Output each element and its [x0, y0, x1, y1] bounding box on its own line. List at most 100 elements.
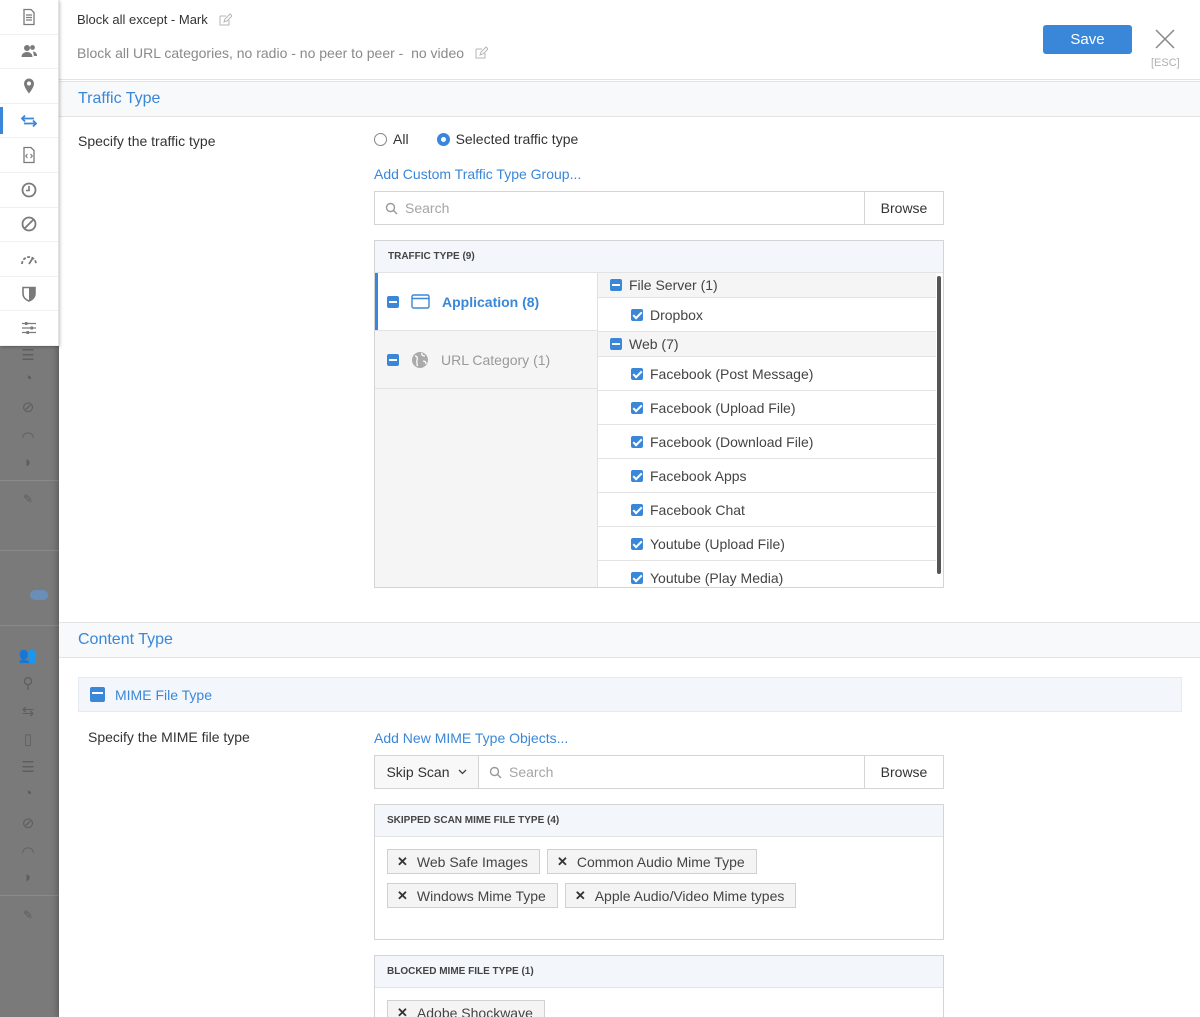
nav-document[interactable]	[0, 0, 58, 35]
panel-header: Block all except - Mark Block all URL ca…	[59, 0, 1200, 80]
nav-traffic[interactable]	[0, 104, 58, 139]
location-pin-icon	[24, 78, 34, 94]
add-custom-traffic-type-link[interactable]: Add Custom Traffic Type Group...	[374, 166, 581, 182]
edit-description-icon[interactable]	[474, 46, 489, 60]
group-label: File Server (1)	[629, 277, 718, 293]
checkbox-checked[interactable]	[631, 401, 643, 414]
nav-schedule[interactable]	[0, 173, 58, 208]
remove-icon[interactable]: ✕	[397, 854, 408, 870]
ghost-speedometer-icon: ◠	[21, 429, 35, 446]
skip-scan-label: Skip Scan	[386, 764, 450, 780]
mime-file-type-title: MIME File Type	[115, 686, 212, 703]
collapse-icon[interactable]	[387, 295, 399, 308]
content-type-section-title: Content Type	[78, 631, 173, 648]
list-item[interactable]: Facebook (Download File)	[598, 425, 936, 459]
ghost-edit-icon: ✎	[22, 908, 34, 922]
remove-icon[interactable]: ✕	[397, 1005, 408, 1017]
nav-security[interactable]	[0, 277, 58, 312]
radio-selected-label[interactable]: Selected traffic type	[456, 131, 579, 147]
blocked-mime-chips: ✕ Adobe Shockwave	[375, 988, 943, 1017]
clock-icon	[21, 182, 37, 198]
chevron-down-icon	[458, 769, 466, 775]
document-icon	[23, 8, 35, 25]
skip-scan-dropdown[interactable]: Skip Scan	[375, 756, 479, 788]
skipped-mime-header: SKIPPED SCAN MIME FILE TYPE (4)	[375, 805, 943, 837]
save-button[interactable]: Save	[1043, 25, 1132, 54]
ghost-pin-icon: ⚲	[22, 675, 34, 692]
chip-label: Apple Audio/Video Mime types	[594, 887, 785, 904]
policy-editor-panel: Block all except - Mark Block all URL ca…	[59, 0, 1200, 1017]
traffic-browse-button[interactable]: Browse	[864, 192, 943, 224]
list-item[interactable]: Facebook Apps	[598, 459, 936, 493]
checkbox-checked[interactable]	[631, 571, 643, 584]
remove-icon[interactable]: ✕	[557, 854, 568, 870]
nav-users[interactable]	[0, 35, 58, 70]
list-item[interactable]: Dropbox	[598, 298, 936, 332]
remove-icon[interactable]: ✕	[575, 888, 586, 904]
nav-code-file[interactable]	[0, 138, 58, 173]
collapse-icon[interactable]	[90, 687, 105, 702]
list-item[interactable]: Youtube (Upload File)	[598, 527, 936, 561]
traffic-type-list-header: TRAFFIC TYPE (9)	[375, 241, 943, 273]
collapse-icon[interactable]	[387, 353, 399, 366]
code-file-icon	[23, 147, 35, 164]
policy-description-text: Block all URL categories, no radio - no …	[77, 45, 465, 61]
item-label: Dropbox	[650, 306, 703, 323]
chip-label: Adobe Shockwave	[416, 1004, 533, 1017]
radio-all-label[interactable]: All	[393, 131, 409, 147]
checkbox-checked[interactable]	[631, 367, 643, 380]
mime-chip: ✕ Apple Audio/Video Mime types	[564, 883, 797, 908]
checkbox-checked[interactable]	[631, 469, 643, 482]
ghost-users-icon: 👥	[18, 647, 38, 664]
mime-chip: ✕ Windows Mime Type	[387, 883, 558, 908]
traffic-arrows-icon	[20, 114, 38, 127]
list-item[interactable]: Youtube (Play Media)	[598, 561, 936, 587]
edit-title-icon[interactable]	[218, 12, 232, 27]
group-web[interactable]: Web (7)	[598, 332, 936, 357]
nav-settings[interactable]	[0, 311, 58, 346]
search-icon	[385, 202, 398, 214]
checkbox-checked[interactable]	[631, 308, 643, 321]
group-file-server[interactable]: File Server (1)	[598, 273, 936, 298]
mime-file-type-bar[interactable]: MIME File Type	[78, 677, 1182, 712]
mime-type-label: Specify the MIME file type	[88, 729, 250, 745]
collapse-icon[interactable]	[610, 279, 622, 291]
category-url-label: URL Category (1)	[441, 351, 551, 368]
add-mime-type-link[interactable]: Add New MIME Type Objects...	[374, 730, 568, 746]
collapse-icon[interactable]	[610, 338, 622, 350]
traffic-search-input[interactable]: Search	[375, 192, 864, 224]
close-icon[interactable]	[1154, 28, 1176, 50]
ghost-sliders-icon: ☰	[21, 759, 35, 776]
nav-location[interactable]	[0, 69, 58, 104]
checkbox-checked[interactable]	[631, 537, 643, 550]
group-label: Web (7)	[629, 336, 679, 352]
nav-block[interactable]	[0, 208, 58, 243]
checkbox-checked[interactable]	[631, 503, 643, 516]
category-url[interactable]: URL Category (1)	[375, 331, 597, 389]
ghost-edit-icon: ✎	[22, 492, 34, 506]
traffic-items-column: File Server (1) Dropbox Web (7) Facebook…	[598, 273, 936, 587]
nav-bandwidth[interactable]	[0, 242, 58, 277]
policy-title: Block all except - Mark	[77, 12, 232, 27]
traffic-type-radio-group: All Selected traffic type	[374, 131, 578, 147]
ghost-clock-icon: ◔	[23, 785, 33, 802]
users-icon	[21, 45, 37, 58]
ghost-block-icon: ⊘	[21, 399, 35, 416]
radio-selected-traffic-type[interactable]	[436, 132, 450, 146]
ghost-file-icon: ▯	[23, 731, 33, 748]
list-item[interactable]: Facebook Chat	[598, 493, 936, 527]
category-application[interactable]: Application (8)	[375, 273, 597, 331]
list-item[interactable]: Facebook (Post Message)	[598, 357, 936, 391]
application-window-icon	[411, 294, 430, 309]
remove-icon[interactable]: ✕	[397, 888, 408, 904]
checkbox-checked[interactable]	[631, 435, 643, 448]
mime-search-input[interactable]: Search	[479, 756, 864, 788]
radio-all[interactable]	[374, 132, 387, 146]
list-item[interactable]: Facebook (Upload File)	[598, 391, 936, 425]
scrollbar[interactable]	[937, 276, 941, 574]
mime-chip: ✕ Common Audio Mime Type	[546, 849, 757, 874]
traffic-type-list: TRAFFIC TYPE (9) Application (8) URL Cat…	[374, 240, 944, 588]
traffic-type-label: Specify the traffic type	[78, 133, 216, 149]
sliders-icon	[22, 322, 36, 335]
mime-browse-button[interactable]: Browse	[864, 756, 943, 788]
